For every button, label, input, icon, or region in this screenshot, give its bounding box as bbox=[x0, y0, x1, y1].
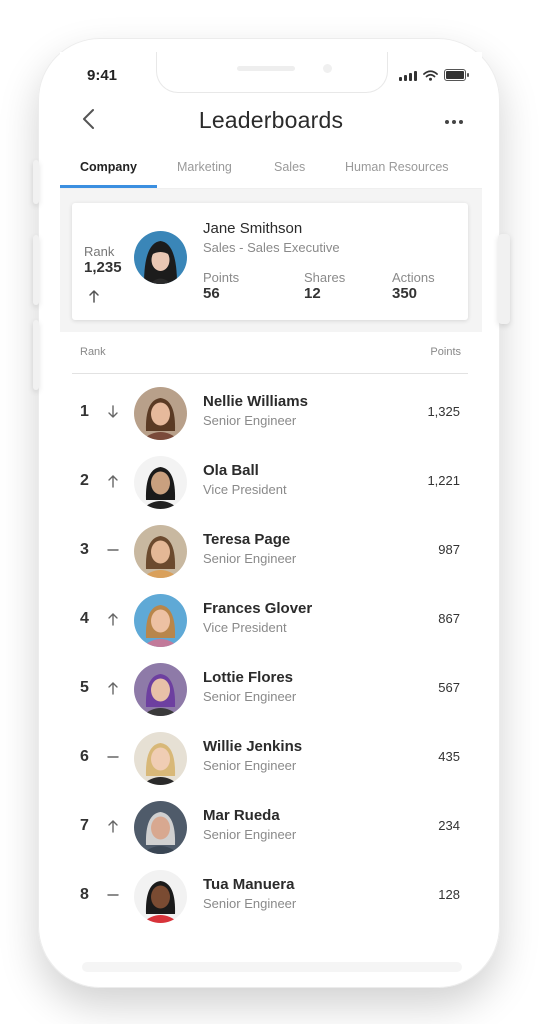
row-points: 1,221 bbox=[427, 473, 460, 488]
avatar bbox=[134, 456, 187, 509]
tab-bar: Company Marketing Sales Human Resources bbox=[60, 152, 482, 190]
avatar bbox=[134, 801, 187, 854]
card-rank-label: Rank bbox=[84, 244, 115, 259]
row-job-title: Senior Engineer bbox=[203, 758, 297, 773]
phone-bottom-edge bbox=[82, 962, 462, 972]
stat-actions-label: Actions bbox=[392, 270, 435, 285]
leaderboard-row[interactable]: 7 Mar Rueda Senior Engineer 234 bbox=[60, 799, 482, 859]
row-rank: 8 bbox=[80, 886, 89, 903]
leaderboard-row[interactable]: 4 Frances Glover Vice President 867 bbox=[60, 592, 482, 652]
row-points: 128 bbox=[438, 887, 460, 902]
mute-switch bbox=[33, 160, 39, 204]
row-rank: 7 bbox=[80, 817, 89, 834]
up-arrow-icon bbox=[108, 820, 118, 833]
leaderboard-row[interactable]: 8 Tua Manuera Senior Engineer 128 bbox=[60, 868, 482, 928]
up-arrow-icon bbox=[108, 613, 118, 626]
leaderboard-row[interactable]: 6 Willie Jenkins Senior Engineer 435 bbox=[60, 730, 482, 790]
row-rank: 6 bbox=[80, 748, 89, 765]
row-job-title: Vice President bbox=[203, 482, 287, 497]
battery-icon bbox=[444, 69, 469, 81]
no-change-dash-icon bbox=[107, 549, 119, 551]
row-points: 234 bbox=[438, 818, 460, 833]
row-rank: 1 bbox=[80, 403, 89, 420]
signal-icon bbox=[399, 70, 417, 81]
row-name: Willie Jenkins bbox=[203, 738, 303, 755]
avatar bbox=[134, 663, 187, 716]
page-title: Leaderboards bbox=[198, 107, 344, 133]
row-job-title: Senior Engineer bbox=[203, 413, 297, 428]
speaker-grille bbox=[237, 66, 295, 71]
stat-shares-label: Shares bbox=[304, 270, 346, 285]
card-user-role: Sales - Sales Executive bbox=[203, 240, 340, 255]
row-rank: 4 bbox=[80, 610, 89, 627]
row-job-title: Senior Engineer bbox=[203, 551, 297, 566]
tab-sales[interactable]: Sales bbox=[274, 160, 305, 174]
tab-marketing[interactable]: Marketing bbox=[177, 160, 232, 174]
card-rank-value: 1,235 bbox=[84, 259, 122, 276]
row-name: Ola Ball bbox=[203, 462, 259, 479]
tab-company[interactable]: Company bbox=[80, 160, 137, 174]
stat-points-value: 56 bbox=[203, 285, 220, 302]
row-name: Lottie Flores bbox=[203, 669, 294, 686]
up-arrow-icon bbox=[89, 290, 99, 303]
stat-shares-value: 12 bbox=[304, 285, 321, 302]
wifi-icon bbox=[423, 69, 438, 81]
list-divider bbox=[72, 373, 468, 374]
row-name: Nellie Williams bbox=[203, 393, 308, 410]
leaderboard-row[interactable]: 5 Lottie Flores Senior Engineer 567 bbox=[60, 661, 482, 721]
row-points: 987 bbox=[438, 542, 460, 557]
status-icons bbox=[399, 69, 469, 81]
row-rank: 2 bbox=[80, 472, 89, 489]
card-user-name: Jane Smithson bbox=[203, 220, 303, 237]
avatar bbox=[134, 387, 187, 440]
volume-up-button bbox=[33, 235, 39, 305]
row-name: Mar Rueda bbox=[203, 807, 280, 824]
tab-human-resources[interactable]: Human Resources bbox=[345, 160, 449, 174]
leaderboard-row[interactable]: 2 Ola Ball Vice President 1,221 bbox=[60, 454, 482, 514]
row-job-title: Senior Engineer bbox=[203, 827, 297, 842]
current-user-card[interactable]: Rank 1,235 Jane Smithson Sales - Sales E… bbox=[72, 203, 468, 320]
row-name: Tua Manuera bbox=[203, 876, 295, 893]
row-job-title: Vice President bbox=[203, 620, 287, 635]
more-options-icon[interactable] bbox=[445, 120, 463, 124]
up-arrow-icon bbox=[108, 682, 118, 695]
row-points: 867 bbox=[438, 611, 460, 626]
row-name: Teresa Page bbox=[203, 531, 291, 548]
notch bbox=[156, 52, 388, 93]
no-change-dash-icon bbox=[107, 756, 119, 758]
row-job-title: Senior Engineer bbox=[203, 689, 297, 704]
no-change-dash-icon bbox=[107, 894, 119, 896]
up-arrow-icon bbox=[108, 475, 118, 488]
power-button bbox=[498, 234, 510, 324]
current-user-section: Rank 1,235 Jane Smithson Sales - Sales E… bbox=[60, 189, 482, 332]
row-points: 435 bbox=[438, 749, 460, 764]
leaderboard-row[interactable]: 1 Nellie Williams Senior Engineer 1,325 bbox=[60, 385, 482, 445]
stat-points-label: Points bbox=[203, 270, 240, 285]
status-time: 9:41 bbox=[87, 67, 118, 84]
front-camera bbox=[323, 64, 332, 73]
avatar bbox=[134, 594, 187, 647]
volume-down-button bbox=[33, 320, 39, 390]
avatar bbox=[134, 525, 187, 578]
avatar bbox=[134, 870, 187, 923]
row-rank: 5 bbox=[80, 679, 89, 696]
stat-actions-value: 350 bbox=[392, 285, 418, 302]
list-rank-header: Rank bbox=[80, 346, 106, 358]
row-points: 1,325 bbox=[427, 404, 460, 419]
app-screen: 9:41 Leaderboards Company Marketing Sale… bbox=[60, 52, 482, 942]
row-rank: 3 bbox=[80, 541, 89, 558]
leaderboard-row[interactable]: 3 Teresa Page Senior Engineer 987 bbox=[60, 523, 482, 583]
row-name: Frances Glover bbox=[203, 600, 313, 617]
row-job-title: Senior Engineer bbox=[203, 896, 297, 911]
list-points-header: Points bbox=[430, 346, 461, 358]
avatar bbox=[134, 732, 187, 785]
avatar bbox=[134, 231, 187, 284]
down-arrow-icon bbox=[108, 405, 118, 418]
row-points: 567 bbox=[438, 680, 460, 695]
